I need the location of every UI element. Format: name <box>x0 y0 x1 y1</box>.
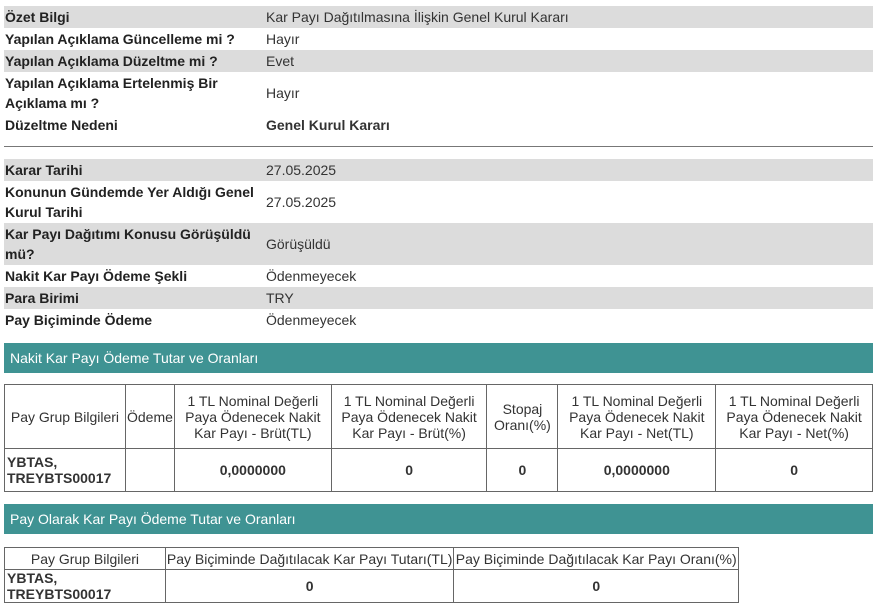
detail-row: Kar Payı Dağıtımı Konusu Görüşüldü mü? G… <box>4 223 873 265</box>
detail-label: Pay Biçiminde Ödeme <box>5 312 153 328</box>
detail-value: Ödenmeyecek <box>266 268 357 284</box>
cash-section-title: Nakit Kar Payı Ödeme Tutar ve Oranları <box>10 350 259 366</box>
summary-value: Kar Payı Dağıtılmasına İlişkin Genel Kur… <box>266 9 569 25</box>
table-cell: YBTAS, TREYBTS00017 <box>4 448 126 492</box>
detail-label: Karar Tarihi <box>5 162 83 178</box>
column-header: Pay Grup Bilgileri <box>4 384 126 449</box>
divider <box>4 146 873 147</box>
detail-value: 27.05.2025 <box>266 162 337 178</box>
summary-label: Düzeltme Nedeni <box>5 117 118 133</box>
share-dividend-table: Pay Grup Bilgileri Pay Biçiminde Dağıtıl… <box>4 547 739 603</box>
column-header: Pay Grup Bilgileri <box>4 547 166 570</box>
detail-label: Kar Payı Dağıtımı Konusu Görüşüldü mü? <box>5 226 251 262</box>
table-cell: 0 <box>715 448 873 492</box>
column-header: 1 TL Nominal Değerli Paya Ödenecek Nakit… <box>173 384 332 449</box>
summary-label: Özet Bilgi <box>5 9 70 25</box>
column-header: Pay Biçiminde Dağıtılacak Kar Payı Tutar… <box>164 547 455 570</box>
detail-value: TRY <box>266 290 294 306</box>
table-row: YBTAS, TREYBTS00017 0,0000000 0 0 0,0000… <box>4 448 873 492</box>
summary-block: Özet Bilgi Kar Payı Dağıtılmasına İlişki… <box>4 6 873 136</box>
column-header: 1 TL Nominal Değerli Paya Ödenecek Nakit… <box>330 384 488 449</box>
detail-row: Nakit Kar Payı Ödeme Şekli Ödenmeyecek <box>4 265 873 287</box>
detail-value: 27.05.2025 <box>266 194 337 210</box>
share-section-title: Pay Olarak Kar Payı Ödeme Tutar ve Oranl… <box>10 511 296 527</box>
cash-section-header: Nakit Kar Payı Ödeme Tutar ve Oranları <box>4 343 873 373</box>
summary-value: Evet <box>266 53 295 69</box>
detail-label: Para Birimi <box>5 290 79 306</box>
table-cell: 0 <box>330 448 488 492</box>
table-cell: 0,0000000 <box>557 448 717 492</box>
cash-dividend-table: Pay Grup Bilgileri Ödeme 1 TL Nominal De… <box>4 384 873 492</box>
summary-value: Hayır <box>266 85 300 101</box>
summary-row: Düzeltme Nedeni Genel Kurul Kararı <box>4 114 873 136</box>
column-header: Ödeme <box>124 384 175 449</box>
column-header: 1 TL Nominal Değerli Paya Ödenecek Nakit… <box>715 384 873 449</box>
table-cell: 0 <box>486 448 559 492</box>
column-header: 1 TL Nominal Değerli Paya Ödenecek Nakit… <box>557 384 717 449</box>
detail-value: Görüşüldü <box>266 236 331 252</box>
table-cell <box>124 448 175 492</box>
column-header: Stopaj Oranı(%) <box>486 384 559 449</box>
details-block: Karar Tarihi 27.05.2025 Konunun Gündemde… <box>4 159 873 331</box>
detail-row: Konunun Gündemde Yer Aldığı Genel Kurul … <box>4 181 873 223</box>
table-header-row: Pay Grup Bilgileri Pay Biçiminde Dağıtıl… <box>4 547 739 570</box>
column-header: Pay Biçiminde Dağıtılacak Kar Payı Oranı… <box>453 547 739 570</box>
summary-row: Özet Bilgi Kar Payı Dağıtılmasına İlişki… <box>4 6 873 28</box>
summary-row: Yapılan Açıklama Düzeltme mi ? Evet <box>4 50 873 72</box>
table-header-row: Pay Grup Bilgileri Ödeme 1 TL Nominal De… <box>4 384 873 449</box>
summary-value: Genel Kurul Kararı <box>266 117 390 133</box>
summary-label: Yapılan Açıklama Düzeltme mi ? <box>5 53 218 69</box>
summary-label: Yapılan Açıklama Ertelenmiş Bir Açıklama… <box>5 75 218 111</box>
detail-value: Ödenmeyecek <box>266 312 357 328</box>
summary-value: Hayır <box>266 31 300 47</box>
detail-row: Pay Biçiminde Ödeme Ödenmeyecek <box>4 309 873 331</box>
share-section-header: Pay Olarak Kar Payı Ödeme Tutar ve Oranl… <box>4 504 873 534</box>
detail-row: Karar Tarihi 27.05.2025 <box>4 159 873 181</box>
summary-row: Yapılan Açıklama Güncelleme mi ? Hayır <box>4 28 873 50</box>
table-cell: 0,0000000 <box>173 448 332 492</box>
detail-label: Nakit Kar Payı Ödeme Şekli <box>5 268 188 284</box>
detail-label: Konunun Gündemde Yer Aldığı Genel Kurul … <box>5 184 254 220</box>
summary-label: Yapılan Açıklama Güncelleme mi ? <box>5 31 235 47</box>
summary-row: Yapılan Açıklama Ertelenmiş Bir Açıklama… <box>4 72 873 114</box>
detail-row: Para Birimi TRY <box>4 287 873 309</box>
